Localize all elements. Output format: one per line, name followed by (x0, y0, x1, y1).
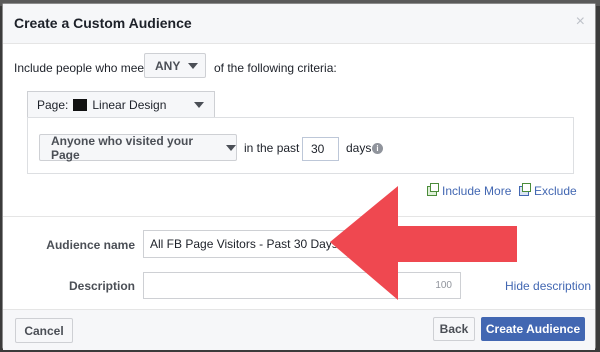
in-the-past-text: in the past (244, 141, 300, 155)
page-thumbnail (73, 98, 88, 111)
dialog-header: Create a Custom Audience × (3, 4, 595, 44)
criteria-prefix: Include people who meet (14, 61, 148, 75)
page-selector[interactable]: Page: Linear Design (27, 91, 215, 117)
audience-name-label: Audience name (46, 238, 135, 252)
days-label: days (346, 141, 372, 155)
days-input[interactable]: 30 (302, 137, 339, 161)
chevron-down-icon (188, 62, 199, 69)
page-prefix: Page: (37, 97, 69, 112)
hide-description-link[interactable]: Hide description (505, 279, 591, 293)
audience-name-input[interactable]: All FB Page Visitors - Past 30 Days (143, 230, 461, 258)
exclude-icon (519, 183, 531, 196)
info-icon[interactable]: i (372, 143, 383, 154)
cancel-button[interactable]: Cancel (15, 318, 73, 343)
exclude-link[interactable]: Exclude (519, 183, 577, 198)
criteria-suffix: of the following criteria: (214, 61, 337, 75)
section-divider (3, 216, 595, 217)
include-more-label: Include More (442, 184, 512, 198)
description-char-count: 100 (435, 280, 452, 291)
include-more-icon (427, 183, 439, 196)
visitor-type-value: Anyone who visited your Page (51, 133, 194, 162)
chevron-down-icon (194, 102, 204, 108)
back-button[interactable]: Back (433, 317, 475, 341)
close-icon[interactable]: × (576, 14, 585, 30)
include-more-link[interactable]: Include More (427, 183, 512, 198)
create-custom-audience-dialog: Create a Custom Audience × Include peopl… (2, 3, 596, 350)
description-input[interactable]: 100 (143, 272, 461, 299)
create-audience-button[interactable]: Create Audience (481, 317, 585, 341)
visitor-type-dropdown[interactable]: Anyone who visited your Page (39, 133, 237, 162)
page-name: Linear Design (92, 97, 167, 112)
dialog-footer: Cancel Back Create Audience (3, 309, 595, 350)
chevron-down-icon (226, 144, 236, 151)
match-type-value: ANY (155, 58, 181, 73)
match-type-dropdown[interactable]: ANY (144, 53, 206, 78)
dialog-title: Create a Custom Audience (14, 15, 192, 31)
exclude-label: Exclude (534, 184, 577, 198)
description-label: Description (68, 279, 135, 293)
